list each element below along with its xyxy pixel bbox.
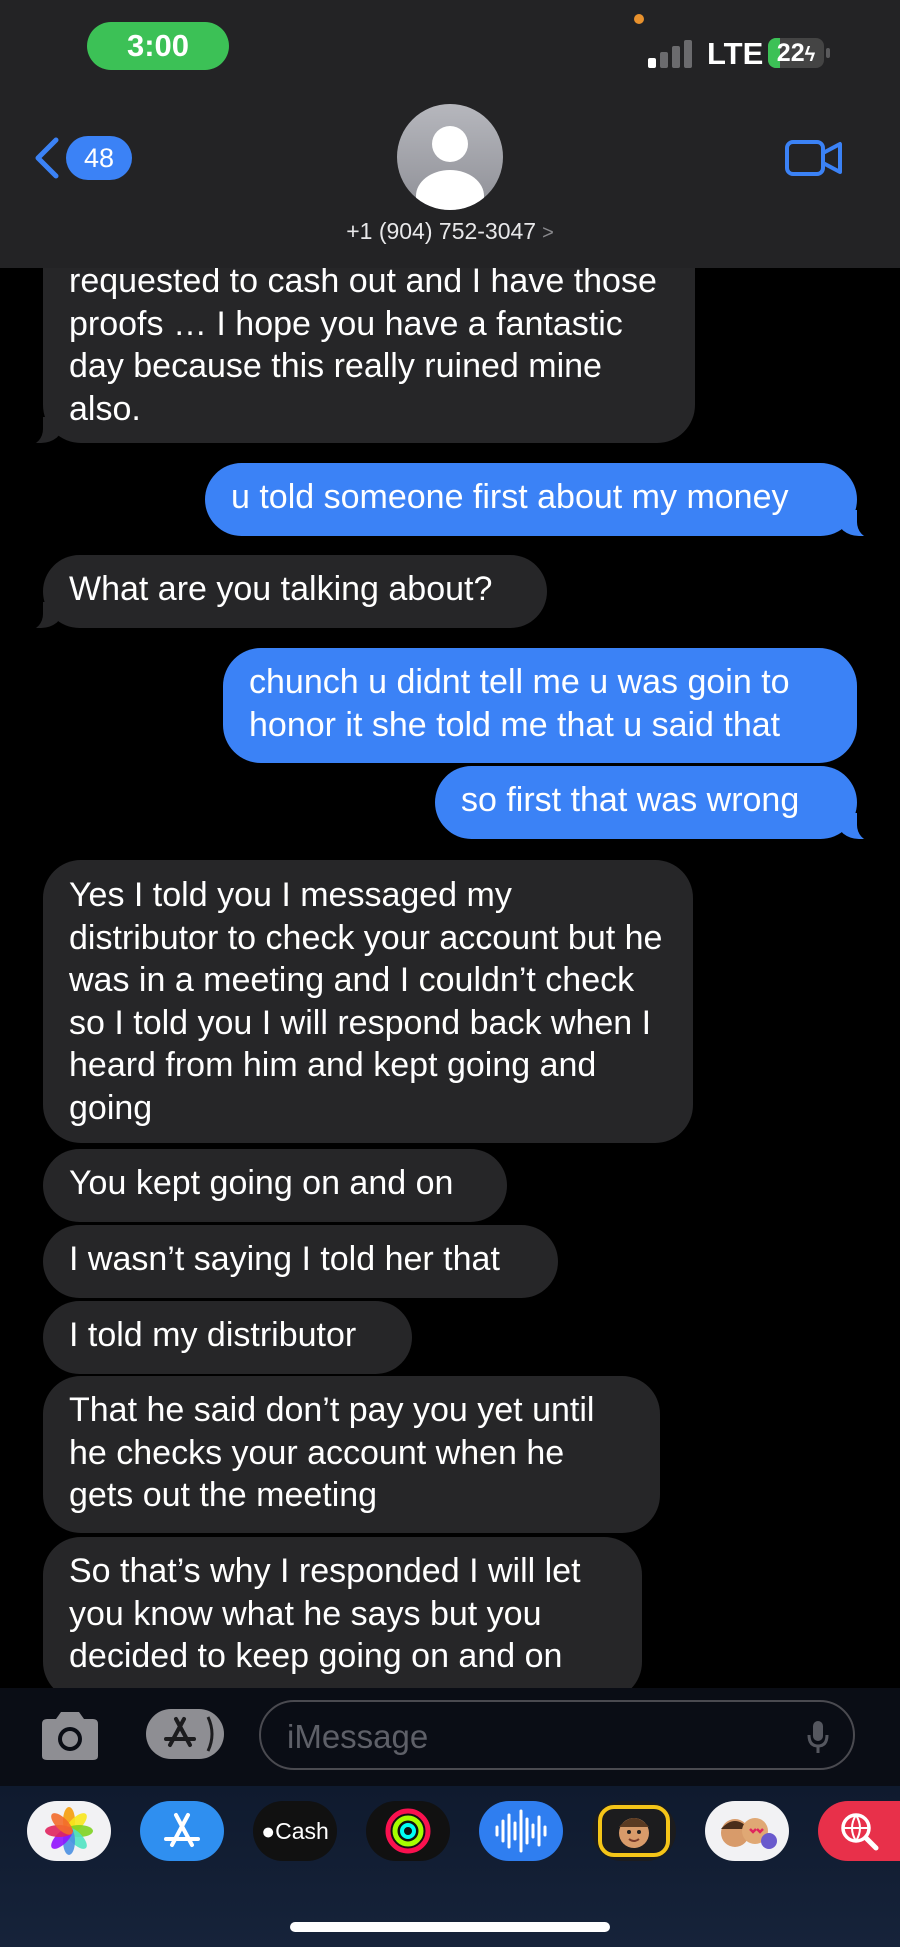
charging-bolt-icon: ϟ — [804, 44, 816, 66]
message-bubble-outgoing[interactable]: u told someone first about my money — [205, 463, 879, 538]
unread-count-badge: 48 — [66, 136, 132, 180]
conversation-header: 3:00 LTE 22ϟ 48 +1 (904) 752-3047 > — [0, 0, 900, 268]
chevron-left-icon — [35, 137, 59, 179]
photos-app-icon[interactable] — [27, 1801, 111, 1861]
message-placeholder: iMessage — [287, 1718, 429, 1755]
sticker-faces-icon — [721, 1818, 777, 1849]
memoji-app-icon[interactable] — [592, 1801, 676, 1861]
message-text: requested to cash out and I have those p… — [69, 262, 657, 428]
cellular-signal-icon — [648, 38, 698, 68]
battery-cap — [826, 48, 830, 58]
video-camera-icon — [785, 140, 842, 176]
app-store-a-icon — [164, 1813, 200, 1847]
app-store-button[interactable] — [146, 1709, 224, 1759]
compose-bar: iMessage — [0, 1688, 900, 1786]
message-text: chunch u didnt tell me u was goin to hon… — [249, 663, 790, 744]
message-text: You kept going on and on — [69, 1164, 454, 1202]
message-text: I told my distributor — [69, 1316, 357, 1354]
memoji-stickers-app-icon[interactable] — [705, 1801, 789, 1861]
facetime-video-button[interactable] — [784, 136, 844, 180]
message-bubble-incoming[interactable]: That he said don’t pay you yet until he … — [43, 1376, 660, 1533]
apple-logo-icon: ● — [261, 1818, 276, 1844]
photos-flower-icon — [45, 1807, 93, 1855]
camera-button[interactable] — [38, 1708, 102, 1764]
message-text: Yes I told you I messaged my distributor… — [69, 876, 663, 1127]
message-bubble-incoming[interactable]: Yes I told you I messaged my distributor… — [43, 860, 693, 1143]
contact-number: +1 (904) 752-3047 — [346, 218, 537, 244]
battery-percent: 22ϟ — [768, 38, 824, 68]
apple-cash-app-icon[interactable]: ●Cash — [253, 1801, 337, 1861]
imessage-app-drawer: ●Cash — [0, 1786, 900, 1947]
battery-percent-value: 22 — [776, 39, 805, 67]
message-text: u told someone first about my money — [231, 478, 789, 516]
memoji-face-icon — [598, 1805, 670, 1857]
message-text: What are you talking about? — [69, 570, 493, 608]
home-indicator[interactable] — [290, 1922, 610, 1932]
person-avatar-icon[interactable] — [397, 104, 503, 210]
status-time[interactable]: 3:00 — [87, 22, 229, 70]
person-silhouette — [416, 126, 484, 210]
camera-in-use-indicator — [634, 14, 644, 24]
contact-name[interactable]: +1 (904) 752-3047 > — [0, 218, 900, 245]
audio-message-app-icon[interactable] — [479, 1801, 563, 1861]
network-type: LTE — [707, 36, 764, 71]
message-bubble-outgoing[interactable]: so first that was wrong — [435, 766, 879, 841]
message-input[interactable]: iMessage — [259, 1700, 855, 1770]
camera-icon — [42, 1712, 98, 1760]
message-bubble-incoming[interactable]: So that’s why I responded I will let you… — [43, 1537, 642, 1700]
message-text: I wasn’t saying I told her that — [69, 1240, 500, 1278]
app-store-app-icon[interactable] — [140, 1801, 224, 1861]
message-text: So that’s why I responded I will let you… — [69, 1552, 581, 1675]
message-bubble-outgoing[interactable]: chunch u didnt tell me u was goin to hon… — [223, 648, 857, 763]
waveform-icon — [495, 1809, 547, 1853]
message-bubble-incoming[interactable]: I told my distributor — [43, 1301, 412, 1374]
image-search-app-icon[interactable] — [818, 1801, 900, 1861]
battery-icon: 22ϟ — [768, 38, 824, 68]
microphone-icon[interactable] — [805, 1719, 831, 1755]
message-text: That he said don’t pay you yet until he … — [69, 1391, 595, 1514]
apple-cash-label: Cash — [275, 1818, 329, 1844]
activity-rings-icon — [385, 1808, 431, 1854]
message-bubble-incoming[interactable]: What are you talking about? — [21, 555, 547, 630]
back-button[interactable]: 48 — [32, 132, 132, 182]
fitness-activity-app-icon[interactable] — [366, 1801, 450, 1861]
magnifier-globe-icon — [841, 1813, 879, 1851]
message-bubble-incoming[interactable]: You kept going on and on — [43, 1149, 507, 1222]
message-text: so first that was wrong — [461, 781, 800, 819]
app-store-icon — [164, 1716, 214, 1752]
chevron-right-icon: > — [542, 222, 554, 244]
message-bubble-incoming[interactable]: I wasn’t saying I told her that — [43, 1225, 558, 1298]
